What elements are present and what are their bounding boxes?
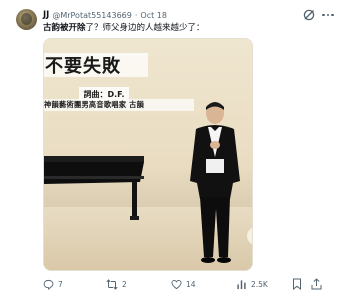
action-bar: 7 2 14 2.5K	[43, 277, 339, 291]
reply-button[interactable]: 7	[43, 277, 63, 291]
like-button[interactable]: 14	[171, 277, 196, 291]
more-icon[interactable]	[320, 8, 336, 22]
repost-button[interactable]: 2	[106, 277, 127, 291]
tweet-card[interactable]: JJ @MrPotat55143669 · Oct 18 古韵被开除了？师父身边…	[0, 0, 349, 297]
tweet-text: 古韵被开除了？师父身边的人越来越少了：	[43, 21, 205, 33]
handle[interactable]: @MrPotat55143669	[52, 11, 132, 20]
bookmark-button[interactable]	[292, 277, 302, 291]
like-count: 14	[186, 279, 196, 289]
reply-count: 7	[58, 279, 63, 289]
grand-piano	[44, 156, 144, 220]
singer-credit-box: 神韻藝術團男高音歌唱家 古韻	[44, 99, 194, 111]
video-title: 不要失敗	[45, 56, 121, 77]
display-name[interactable]: JJ	[43, 10, 49, 20]
separator-dot: ·	[134, 10, 138, 20]
like-icon	[171, 279, 182, 289]
views-icon	[237, 279, 246, 289]
repost-icon	[106, 278, 118, 290]
media-image[interactable]: 不要失敗 詞曲：D.F. 神韻藝術團男高音歌唱家 古韻	[43, 38, 253, 271]
singer-credit: 神韻藝術團男高音歌唱家 古韻	[44, 100, 145, 109]
share-icon	[311, 278, 322, 290]
views-count: 2.5K	[251, 279, 268, 289]
tweet-text-rest: 了？师父身边的人越来越少了：	[85, 23, 205, 33]
reply-icon	[43, 279, 54, 290]
tweet-text-bold: 古韵被开除	[43, 23, 86, 33]
grok-icon[interactable]	[302, 8, 316, 22]
views-button[interactable]: 2.5K	[236, 277, 268, 291]
timestamp[interactable]: Oct 18	[140, 11, 167, 20]
video-title-box: 不要失敗	[44, 53, 148, 77]
repost-count: 2	[122, 279, 127, 289]
share-button[interactable]	[311, 277, 322, 291]
singer-figure	[190, 102, 240, 263]
avatar[interactable]	[16, 9, 37, 30]
bookmark-icon	[293, 278, 301, 290]
lyric-credit: 詞曲：D.F.	[83, 89, 125, 99]
tweet-header: JJ @MrPotat55143669 · Oct 18	[43, 9, 167, 21]
